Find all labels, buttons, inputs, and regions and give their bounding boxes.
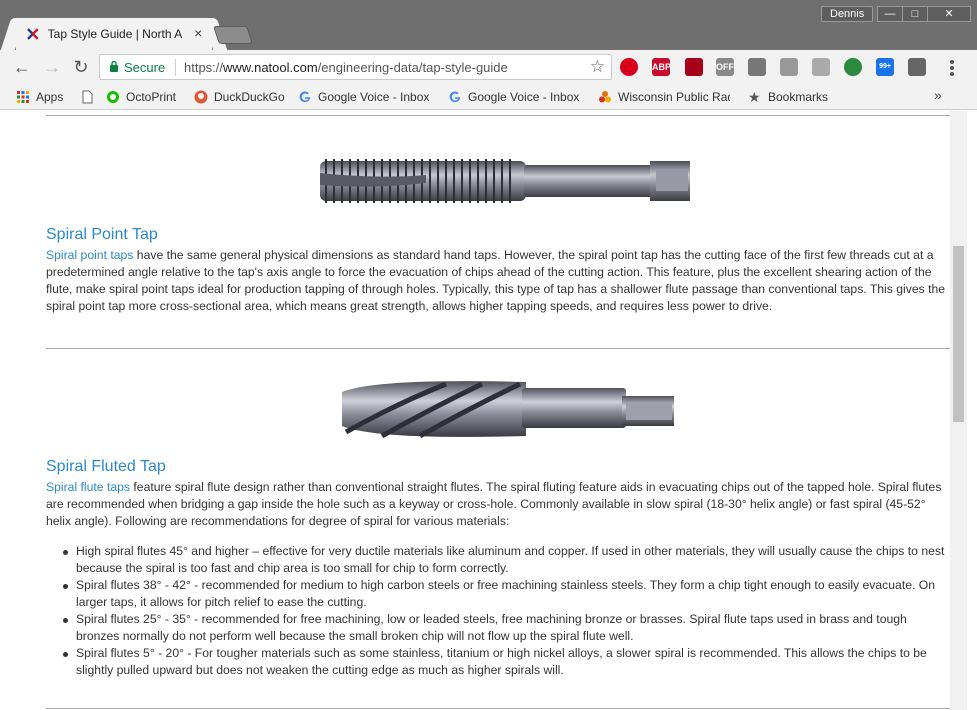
notes-icon[interactable] <box>748 58 766 76</box>
page-icon <box>82 90 93 104</box>
reload-icon[interactable]: ↻ <box>71 57 91 77</box>
off-icon[interactable]: OFF <box>716 58 734 76</box>
forward-arrow-icon[interactable]: → <box>42 57 62 77</box>
chrome-menu-icon[interactable] <box>944 59 960 76</box>
browser-toolbar: ← → ↻ Secure https://www.natool.com/engi… <box>0 50 977 84</box>
bookmark-octoprint[interactable]: OctoPrint <box>106 88 176 106</box>
link-icon[interactable] <box>780 58 798 76</box>
tab-close-icon[interactable]: × <box>190 26 206 42</box>
apps-grid-icon <box>17 91 29 103</box>
bookmark-duckduckgo[interactable]: DuckDuckGo <box>194 88 285 106</box>
star-icon: ★ <box>748 89 761 105</box>
duckduckgo-icon <box>194 90 208 104</box>
spiral-fluted-paragraph: Spiral flute taps feature spiral flute d… <box>46 480 942 528</box>
new-tab-button[interactable] <box>213 26 253 44</box>
google-icon <box>299 91 311 103</box>
close-window-button[interactable]: ✕ <box>927 6 971 22</box>
divider <box>46 115 950 116</box>
spiral-fluted-heading: Spiral Fluted Tap <box>46 458 166 475</box>
wpr-icon <box>599 91 611 103</box>
natool-favicon-icon <box>27 28 39 40</box>
divider <box>46 348 950 349</box>
scrollbar-thumb[interactable] <box>953 246 964 422</box>
spiral-point-heading: Spiral Point Tap <box>46 226 158 243</box>
bookmarks-bar: Apps OctoPrint DuckDuckGo Google Voice -… <box>0 84 977 110</box>
minimize-button[interactable]: — <box>877 6 903 22</box>
mail-checker-icon[interactable]: 99+ <box>876 58 894 76</box>
back-arrow-icon[interactable]: ← <box>12 57 32 77</box>
url-text[interactable]: https://www.natool.com/engineering-data/… <box>184 60 508 75</box>
opera-icon[interactable] <box>620 58 638 76</box>
bookmark-page[interactable] <box>80 88 100 106</box>
spiral-flute-taps-link[interactable]: Spiral flute taps <box>46 480 130 494</box>
lock-icon <box>110 60 118 72</box>
ublock-icon[interactable] <box>685 58 703 76</box>
divider <box>46 708 950 709</box>
bookmark-star-icon[interactable]: ☆ <box>590 57 605 77</box>
bookmark-google-voice-2[interactable]: Google Voice - Inbox <box>448 88 580 106</box>
bookmark-bookmarks-folder[interactable]: ★ Bookmarks <box>748 88 828 106</box>
spiral-fluted-tap-image <box>342 381 674 439</box>
maximize-button[interactable]: □ <box>902 6 928 22</box>
omnibox-divider <box>175 59 176 76</box>
tab-title: Tap Style Guide | North A <box>47 27 183 41</box>
bookmark-apps[interactable]: Apps <box>16 88 63 106</box>
bookmark-google-voice-1[interactable]: Google Voice - Inbox <box>298 88 430 106</box>
list-item: Spiral flutes 38° - 42° - recommended fo… <box>63 577 950 611</box>
hangouts-icon[interactable] <box>844 58 862 76</box>
spiral-point-taps-link[interactable]: Spiral point taps <box>46 248 133 262</box>
list-item: Spiral flutes 5° - 20° - For tougher mat… <box>63 645 950 679</box>
extension-gear-icon[interactable] <box>908 58 926 76</box>
page-viewport: Spiral Point Tap Spiral point taps have … <box>0 111 977 710</box>
window-titlebar: Tap Style Guide | North A × Dennis — □ ✕ <box>0 0 977 50</box>
spiral-degree-list: High spiral flutes 45° and higher – effe… <box>63 543 950 679</box>
bookmarks-overflow-icon[interactable]: » <box>934 87 942 103</box>
profile-button[interactable]: Dennis <box>821 6 874 22</box>
google-icon <box>449 91 461 103</box>
address-bar[interactable]: Secure https://www.natool.com/engineerin… <box>99 54 612 80</box>
spiral-point-paragraph: Spiral point taps have the same general … <box>46 248 946 313</box>
drive-icon[interactable] <box>812 58 830 76</box>
bookmark-wisconsin-public-radio[interactable]: Wisconsin Public Radio <box>598 88 730 106</box>
vertical-scrollbar[interactable] <box>950 111 967 710</box>
octoprint-icon <box>107 91 119 103</box>
list-item: High spiral flutes 45° and higher – effe… <box>63 543 950 577</box>
spiral-point-tap-image <box>320 159 690 203</box>
secure-label: Secure <box>124 60 166 75</box>
adblock-plus-icon[interactable]: ABP <box>652 58 671 76</box>
browser-tab[interactable]: Tap Style Guide | North A × <box>16 18 212 50</box>
list-item: Spiral flutes 25° - 35° - recommended fo… <box>63 611 950 645</box>
